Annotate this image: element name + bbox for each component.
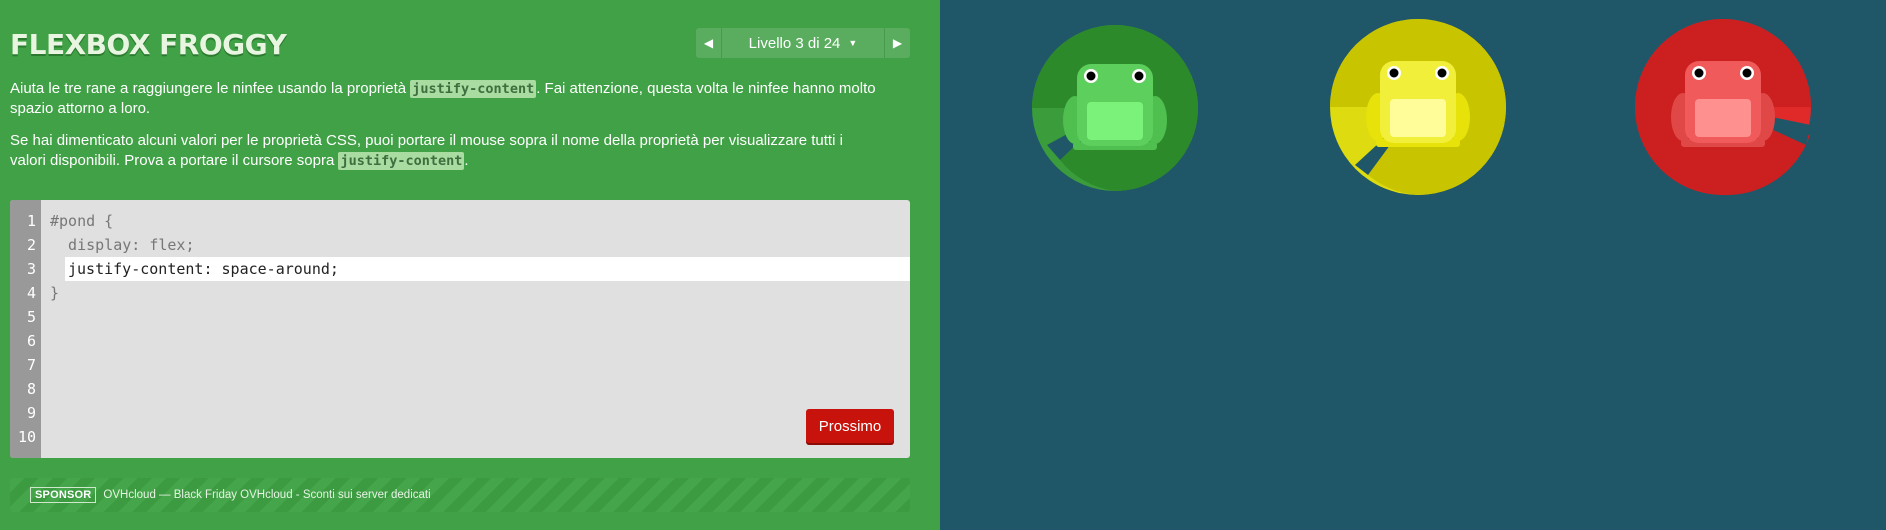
instruction-text: Aiuta le tre rane a raggiungere le ninfe…	[10, 80, 411, 97]
property-hint-justify-content[interactable]: justify-content	[410, 80, 537, 98]
line-number: 6	[26, 332, 36, 350]
frog-body-red	[1671, 61, 1775, 147]
previous-level-button[interactable]: ◀	[696, 28, 722, 58]
instruction-text: .	[464, 152, 469, 169]
line-number-gutter: 1 2 3 4 5 6 7 8 9 10	[10, 200, 41, 458]
sponsor-banner: SPONSOR OVHcloud — Black Friday OVHcloud…	[10, 478, 910, 512]
frog-red	[1635, 19, 1811, 196]
level-selector[interactable]: Livello 3 di 24 ▼	[722, 28, 884, 58]
next-button[interactable]: Prossimo	[806, 409, 894, 443]
next-level-button[interactable]: ▶	[884, 28, 910, 58]
caret-down-icon: ▼	[848, 38, 858, 48]
triangle-left-icon: ◀	[703, 36, 714, 50]
instruction-paragraph-2: Se hai dimenticato alcuni valori per le …	[10, 131, 880, 171]
line-number: 9	[26, 404, 36, 422]
frog-body-yellow	[1366, 61, 1470, 147]
level-navigation: ◀ Livello 3 di 24 ▼ ▶	[696, 28, 910, 58]
code-line-closing-brace: }	[50, 284, 60, 302]
line-number: 7	[26, 356, 36, 374]
line-number: 8	[26, 380, 36, 398]
frog-yellow	[1330, 19, 1506, 195]
pond	[940, 0, 1886, 530]
line-number: 2	[26, 236, 36, 254]
css-editor: 1 2 3 4 5 6 7 8 9 10 #pond { display: fl…	[10, 200, 910, 458]
code-line-selector: #pond {	[50, 212, 114, 230]
line-number: 1	[26, 212, 36, 230]
page-title: FLEXBOX FROGGY	[10, 28, 287, 61]
line-number: 4	[26, 284, 36, 302]
sponsor-badge: SPONSOR	[30, 487, 97, 503]
line-number: 5	[26, 308, 36, 326]
triangle-right-icon: ▶	[892, 36, 903, 50]
css-input[interactable]	[65, 257, 910, 281]
line-number: 10	[17, 428, 36, 446]
frog-body-green	[1063, 64, 1167, 150]
level-label: Livello 3 di 24	[748, 34, 841, 52]
line-number: 3	[26, 260, 36, 278]
sponsor-link[interactable]: OVHcloud — Black Friday OVHcloud - Scont…	[103, 489, 430, 501]
code-line-display: display: flex;	[50, 236, 195, 254]
instruction-paragraph-1: Aiuta le tre rane a raggiungere le ninfe…	[10, 79, 880, 119]
frog-green	[1032, 25, 1198, 191]
property-hint-justify-content[interactable]: justify-content	[338, 152, 465, 170]
instructions-panel: FLEXBOX FROGGY ◀ Livello 3 di 24 ▼ ▶ Aiu…	[0, 0, 940, 530]
